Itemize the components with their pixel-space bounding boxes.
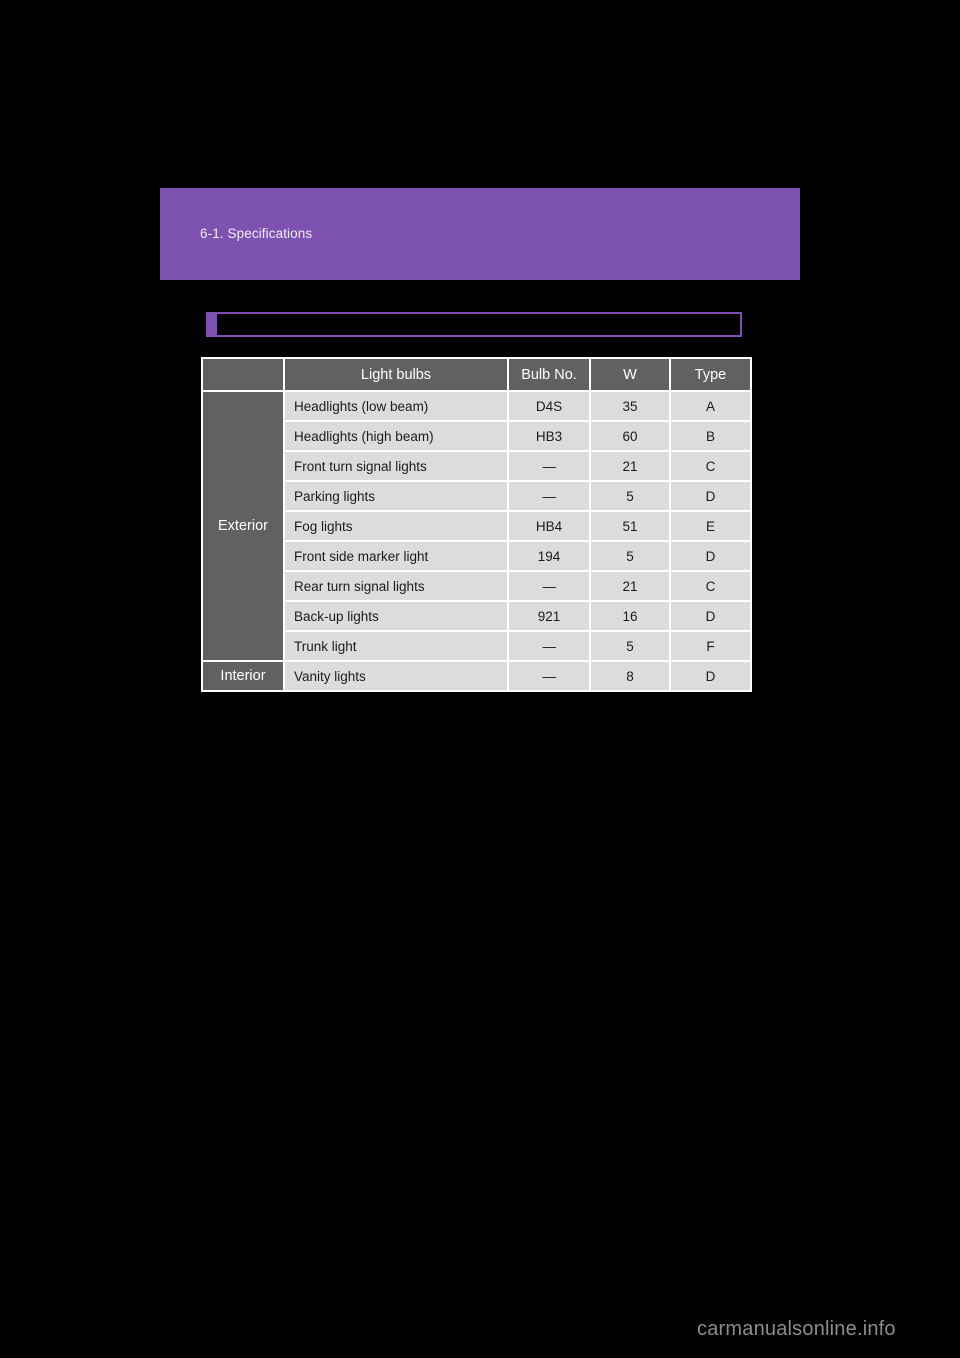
bulb-number: — xyxy=(509,452,589,480)
bulb-wattage: 5 xyxy=(591,632,669,660)
bulb-wattage: 8 xyxy=(591,662,669,690)
light-bulb-spec-table: Light bulbs Bulb No. W Type Exterior Hea… xyxy=(201,357,752,692)
chapter-header-band: 6-1. Specifications xyxy=(160,188,800,280)
table-row: Parking lights — 5 D xyxy=(203,482,750,510)
bulb-wattage: 5 xyxy=(591,482,669,510)
column-header-bulb-no: Bulb No. xyxy=(509,359,589,390)
bulb-type: D xyxy=(671,542,750,570)
bulb-name: Front side marker light xyxy=(285,542,507,570)
section-title-accent-block xyxy=(208,314,217,335)
bulb-number: HB4 xyxy=(509,512,589,540)
table-row: Fog lights HB4 51 E xyxy=(203,512,750,540)
group-label-exterior: Exterior xyxy=(203,392,283,660)
bulb-number: 921 xyxy=(509,602,589,630)
bulb-name: Rear turn signal lights xyxy=(285,572,507,600)
bulb-name: Parking lights xyxy=(285,482,507,510)
site-watermark: carmanualsonline.info xyxy=(697,1318,896,1340)
bulb-name: Back-up lights xyxy=(285,602,507,630)
bulb-name: Vanity lights xyxy=(285,662,507,690)
column-header-watt: W xyxy=(591,359,669,390)
bulb-number: — xyxy=(509,662,589,690)
group-label-interior: Interior xyxy=(203,662,283,690)
bulb-name: Trunk light xyxy=(285,632,507,660)
bulb-type: D xyxy=(671,662,750,690)
bulb-wattage: 21 xyxy=(591,572,669,600)
table-row: Headlights (high beam) HB3 60 B xyxy=(203,422,750,450)
bulb-number: HB3 xyxy=(509,422,589,450)
column-header-group xyxy=(203,359,283,390)
table-row: Exterior Headlights (low beam) D4S 35 A xyxy=(203,392,750,660)
section-title-bar xyxy=(206,312,742,337)
bulb-type: C xyxy=(671,452,750,480)
column-header-light-bulbs: Light bulbs xyxy=(285,359,507,390)
bulb-wattage: 60 xyxy=(591,422,669,450)
bulb-wattage: 51 xyxy=(591,512,669,540)
bulb-number: — xyxy=(509,632,589,660)
table-row: Interior Vanity lights — 8 D xyxy=(203,662,750,690)
table-row: Trunk light — 5 F xyxy=(203,632,750,660)
bulb-type: B xyxy=(671,422,750,450)
column-header-type: Type xyxy=(671,359,750,390)
bulb-type: C xyxy=(671,572,750,600)
bulb-wattage: 16 xyxy=(591,602,669,630)
table-row: Back-up lights 921 16 D xyxy=(203,602,750,630)
bulb-wattage: 21 xyxy=(591,452,669,480)
bulb-wattage: 35 xyxy=(591,392,669,420)
table-header-row: Light bulbs Bulb No. W Type xyxy=(203,359,750,390)
bulb-type: F xyxy=(671,632,750,660)
spec-table-body: Exterior Headlights (low beam) D4S 35 A … xyxy=(203,392,750,690)
bulb-name: Fog lights xyxy=(285,512,507,540)
table-row: Front side marker light 194 5 D xyxy=(203,542,750,570)
bulb-number: D4S xyxy=(509,392,589,420)
bulb-type: E xyxy=(671,512,750,540)
bulb-type: A xyxy=(671,392,750,420)
bulb-type: D xyxy=(671,602,750,630)
bulb-number: — xyxy=(509,572,589,600)
bulb-wattage: 5 xyxy=(591,542,669,570)
bulb-name: Headlights (low beam) xyxy=(285,392,507,420)
bulb-number: — xyxy=(509,482,589,510)
spec-table: Light bulbs Bulb No. W Type Exterior Hea… xyxy=(201,357,752,692)
bulb-type: D xyxy=(671,482,750,510)
page-root: { "page": { "chapter_label": "6-1. Speci… xyxy=(0,0,960,1358)
chapter-label: 6-1. Specifications xyxy=(200,226,313,241)
bulb-number: 194 xyxy=(509,542,589,570)
bulb-name: Headlights (high beam) xyxy=(285,422,507,450)
table-row: Rear turn signal lights — 21 C xyxy=(203,572,750,600)
table-row: Front turn signal lights — 21 C xyxy=(203,452,750,480)
bulb-name: Front turn signal lights xyxy=(285,452,507,480)
